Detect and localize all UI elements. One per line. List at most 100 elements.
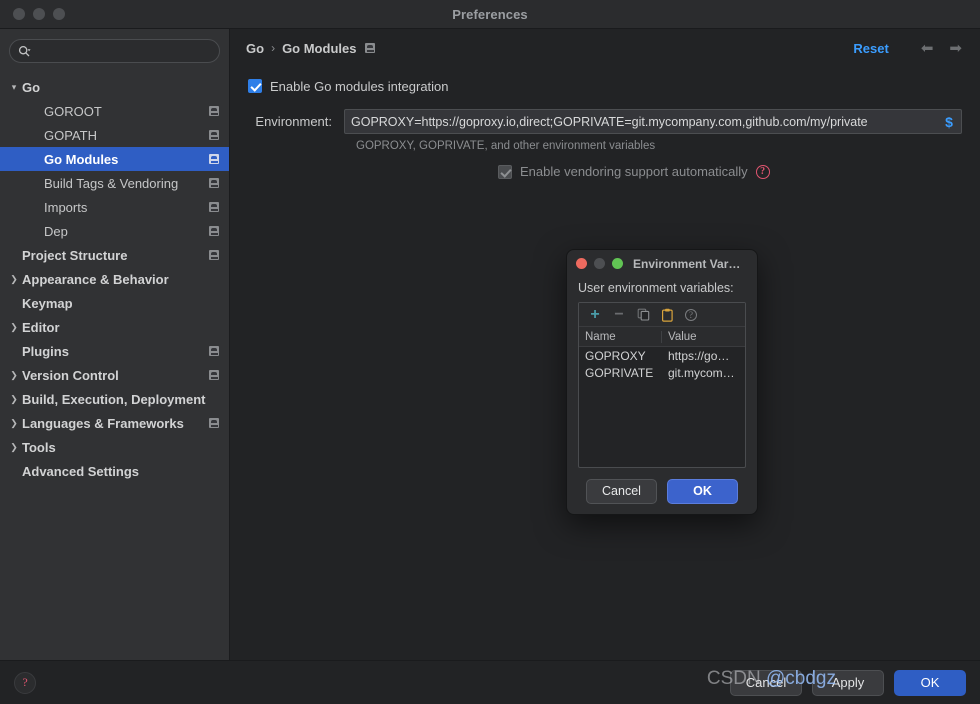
project-scope-icon: [209, 130, 219, 140]
environment-label: Environment:: [255, 114, 332, 129]
toolbar-help-icon[interactable]: ?: [680, 305, 702, 325]
sidebar-item-editor[interactable]: ❯ Editor: [0, 315, 229, 339]
reset-button[interactable]: Reset: [853, 41, 888, 56]
table-row[interactable]: GOPROXY https://go…: [579, 347, 745, 364]
search-wrapper: [0, 39, 229, 73]
dialog-body: User environment variables: + − ? Name V…: [567, 277, 757, 468]
sidebar-item-label: Languages & Frameworks: [22, 415, 184, 431]
sidebar-item-label: Build, Execution, Deployment: [22, 391, 206, 407]
cancel-button[interactable]: Cancel: [730, 669, 802, 696]
vendoring-row: Enable vendoring support automatically ?: [230, 164, 980, 179]
apply-button[interactable]: Apply: [812, 669, 884, 696]
search-input[interactable]: [36, 44, 211, 58]
window-titlebar: Preferences: [0, 0, 980, 29]
sidebar-item-appearance-behavior[interactable]: ❯ Appearance & Behavior: [0, 267, 229, 291]
close-icon[interactable]: [13, 8, 25, 20]
sidebar-item-label: Project Structure: [22, 247, 128, 263]
paste-icon[interactable]: [656, 305, 678, 325]
sidebar-item-label: GOROOT: [44, 103, 102, 119]
sidebar-item-advanced-settings[interactable]: Advanced Settings: [0, 459, 229, 483]
environment-field[interactable]: $: [344, 109, 962, 134]
preferences-window: Preferences ▾ Go GOROOT GOPATH Go Modules Bui: [0, 0, 980, 704]
dialog-close-icon[interactable]: [576, 258, 587, 269]
chevron-right-icon[interactable]: ❯: [6, 274, 22, 284]
table-row[interactable]: GOPRIVATE git.mycom…: [579, 364, 745, 381]
project-scope-icon: [209, 250, 219, 260]
sidebar-item-version-control[interactable]: ❯ Version Control: [0, 363, 229, 387]
sidebar-item-dep[interactable]: Dep: [0, 219, 229, 243]
dialog-ok-button[interactable]: OK: [667, 478, 738, 504]
sidebar-item-project-structure[interactable]: Project Structure: [0, 243, 229, 267]
variables-table-rows: GOPROXY https://go… GOPRIVATE git.mycom…: [579, 347, 745, 467]
environment-input[interactable]: [345, 110, 941, 133]
sidebar-item-label: Imports: [44, 199, 88, 215]
project-scope-icon: [209, 418, 219, 428]
sidebar-item-gopath[interactable]: GOPATH: [0, 123, 229, 147]
project-scope-icon: [209, 226, 219, 236]
window-title: Preferences: [452, 6, 528, 22]
cell-value: git.mycom…: [668, 365, 735, 380]
dialog-cancel-button[interactable]: Cancel: [586, 478, 657, 504]
environment-variables-dialog: Environment Var… User environment variab…: [566, 249, 758, 515]
sidebar-item-label: Build Tags & Vendoring: [44, 175, 179, 191]
sidebar-item-label: Dep: [44, 223, 68, 239]
sidebar-item-go-modules[interactable]: Go Modules: [0, 147, 229, 171]
sidebar-item-goroot[interactable]: GOROOT: [0, 99, 229, 123]
chevron-right-icon[interactable]: ❯: [6, 442, 22, 452]
sidebar-item-keymap[interactable]: Keymap: [0, 291, 229, 315]
sidebar-item-label: Appearance & Behavior: [22, 271, 169, 287]
environment-hint: GOPROXY, GOPRIVATE, and other environmen…: [356, 140, 656, 152]
sidebar-item-label: Go: [22, 79, 41, 95]
column-header-value[interactable]: Value: [662, 331, 745, 343]
chevron-right-icon[interactable]: ❯: [6, 322, 22, 332]
sidebar-item-label: Tools: [22, 439, 56, 455]
remove-variable-button: −: [614, 305, 624, 323]
sidebar-item-label: GOPATH: [44, 127, 97, 143]
sidebar-item-imports[interactable]: Imports: [0, 195, 229, 219]
sidebar-item-label: Keymap: [22, 295, 73, 311]
macro-variables-button[interactable]: $: [941, 115, 961, 129]
sidebar-item-tools[interactable]: ❯ Tools: [0, 435, 229, 459]
ok-button[interactable]: OK: [894, 669, 966, 696]
cell-name: GOPRIVATE: [585, 365, 654, 380]
dialog-titlebar: Environment Var…: [567, 250, 757, 277]
footer-help-icon[interactable]: ?: [14, 671, 36, 694]
variables-table-wrapper: + − ? Name Value GOPROXY https://go… GOP…: [578, 302, 746, 468]
chevron-right-icon[interactable]: ❯: [6, 418, 22, 428]
sidebar-item-label: Advanced Settings: [22, 463, 140, 479]
project-scope-icon: [209, 154, 219, 164]
chevron-right-icon[interactable]: ❯: [6, 370, 22, 380]
traffic-lights: [0, 8, 65, 20]
arrow-left-icon[interactable]: ⬅: [921, 41, 934, 56]
sidebar-item-label: Plugins: [22, 343, 69, 359]
project-scope-icon: [209, 370, 219, 380]
search-box[interactable]: [9, 39, 220, 63]
zoom-icon[interactable]: [53, 8, 65, 20]
settings-tree: ▾ Go GOROOT GOPATH Go Modules Build Tags & Ve…: [0, 73, 229, 660]
sidebar-item-label: Editor: [22, 319, 60, 335]
minimize-icon[interactable]: [33, 8, 45, 20]
sidebar-item-go[interactable]: ▾ Go: [0, 75, 229, 99]
sidebar-item-build-execution-deployment[interactable]: ❯ Build, Execution, Deployment: [0, 387, 229, 411]
enable-go-modules-row[interactable]: Enable Go modules integration: [230, 75, 980, 97]
enable-go-modules-checkbox[interactable]: [248, 79, 262, 93]
add-variable-button[interactable]: +: [584, 305, 606, 325]
enable-go-modules-label: Enable Go modules integration: [270, 78, 449, 94]
settings-main-panel: Go › Go Modules Reset ⬅ ➡ Enable Go modu…: [230, 29, 980, 660]
chevron-right-icon[interactable]: ❯: [6, 394, 22, 404]
copy-icon: [632, 305, 654, 325]
window-body: ▾ Go GOROOT GOPATH Go Modules Build Tags & Ve…: [0, 29, 980, 660]
dialog-zoom-icon[interactable]: [612, 258, 623, 269]
settings-sidebar: ▾ Go GOROOT GOPATH Go Modules Build Tags & Ve…: [0, 29, 230, 660]
sidebar-item-build-tags-vendoring[interactable]: Build Tags & Vendoring: [0, 171, 229, 195]
project-scope-icon: [209, 106, 219, 116]
sidebar-item-plugins[interactable]: Plugins: [0, 339, 229, 363]
breadcrumb-root[interactable]: Go: [246, 41, 264, 56]
column-header-name[interactable]: Name: [579, 330, 662, 343]
chevron-down-icon[interactable]: ▾: [6, 82, 22, 92]
dialog-subtitle: User environment variables:: [578, 281, 734, 295]
sidebar-item-languages-frameworks[interactable]: ❯ Languages & Frameworks: [0, 411, 229, 435]
help-circle-icon[interactable]: ?: [755, 164, 770, 179]
arrow-right-icon[interactable]: ➡: [949, 41, 962, 56]
project-scope-icon: [209, 178, 219, 188]
